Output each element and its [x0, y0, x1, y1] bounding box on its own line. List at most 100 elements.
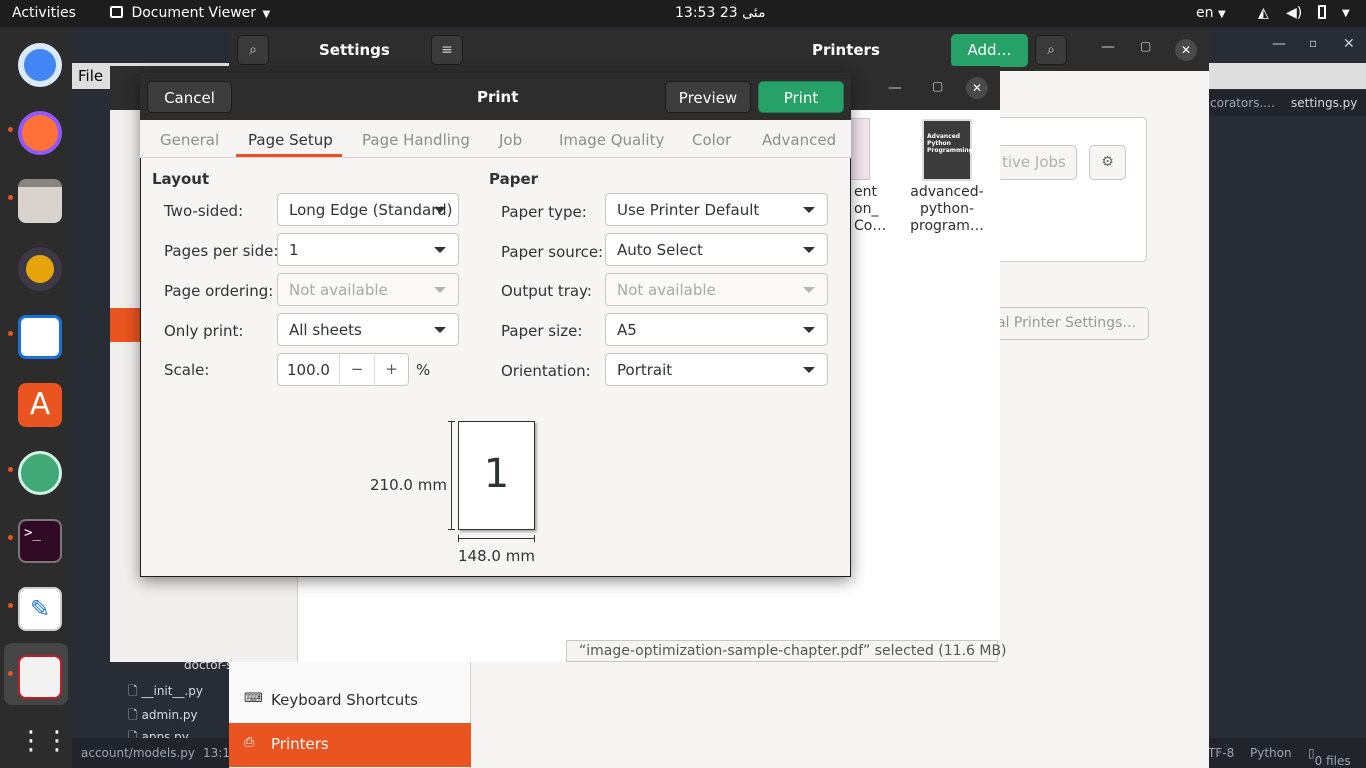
writer-icon [18, 315, 62, 359]
terminal-icon: >_ [18, 519, 62, 563]
additional-printer-settings-button[interactable]: al Printer Settings… [996, 307, 1149, 340]
print-button[interactable]: Print [758, 81, 844, 113]
terminal-launcher[interactable]: >_ [4, 507, 68, 569]
chrome-launcher[interactable] [4, 31, 68, 93]
clock[interactable]: مئى 23 13:53 [675, 5, 765, 21]
status-git-files[interactable]: ▯ 0 files [1308, 746, 1351, 768]
sidebar-item-printers[interactable]: ⎙ Printers [229, 723, 471, 767]
selection-status: “image-optimization-sample-chapter.pdf” … [566, 640, 1007, 662]
rhythmbox-launcher[interactable] [4, 235, 68, 297]
cancel-button[interactable]: Cancel [147, 81, 232, 113]
orientation-select[interactable]: Portrait [605, 353, 828, 386]
network-icon[interactable]: ◭ [1258, 5, 1269, 21]
paper-size-label: Paper size: [501, 322, 583, 340]
page-width-label: 148.0 mm [458, 547, 535, 565]
paper-type-select[interactable]: Use Printer Default [605, 193, 828, 226]
doc-maximize-button[interactable]: ▢ [932, 79, 943, 93]
book-cover-thumbnail[interactable]: Advanced Python Programming [922, 119, 973, 181]
editor-tab[interactable]: corators.... [1210, 96, 1275, 110]
keyboard-icon: ⌨ [244, 691, 263, 706]
settings-close-button[interactable]: ✕ [1175, 39, 1197, 61]
tab-image-quality[interactable]: Image Quality [559, 131, 664, 149]
paper-source-select[interactable]: Auto Select [605, 233, 828, 266]
rhythmbox-icon [18, 247, 62, 291]
doc-close-button[interactable]: ✕ [966, 77, 988, 99]
thumbnail-label: ent on_ Co… [854, 184, 887, 234]
status-language[interactable]: Python [1250, 746, 1292, 760]
text-editor-launcher[interactable]: ✎ [4, 575, 68, 637]
tab-color[interactable]: Color [692, 131, 731, 149]
show-jobs-button[interactable]: tive Jobs [997, 145, 1077, 180]
tab-advanced[interactable]: Advanced [762, 131, 836, 149]
file-icon: 🗋 [128, 684, 138, 698]
volume-icon[interactable]: ◀) [1286, 5, 1302, 21]
scale-increase-button[interactable]: + [374, 354, 408, 385]
files-launcher[interactable] [4, 167, 68, 229]
settings-minimize-button[interactable]: — [1101, 39, 1115, 55]
show-applications-button[interactable]: ⋮⋮⋮ [4, 707, 96, 768]
tab-job[interactable]: Job [499, 131, 522, 149]
document-thumbnail[interactable] [850, 118, 870, 180]
document-viewer-launcher[interactable] [4, 643, 68, 705]
settings-title: Settings [319, 41, 390, 59]
book-cover-title: Advanced Python Programming [927, 133, 973, 154]
editor-maximize-button[interactable]: ▫ [1309, 36, 1317, 50]
paper-size-select[interactable]: A5 [605, 313, 828, 346]
dimension-tick [448, 529, 455, 530]
tree-item[interactable]: 🗋 admin.py [128, 706, 198, 727]
settings-search-button[interactable]: ⌕ [237, 35, 269, 65]
print-dialog-headerbar: Cancel Print Preview Print [140, 73, 851, 120]
editor-tab[interactable]: settings.py [1291, 96, 1357, 110]
editor-close-button[interactable]: ✕ [1343, 36, 1355, 52]
sidebar-selected-item[interactable] [110, 308, 140, 342]
software-store-icon: A [18, 383, 62, 427]
add-printer-button[interactable]: Add… [951, 34, 1028, 67]
scale-decrease-button[interactable]: − [339, 354, 374, 385]
file-menu[interactable]: File [78, 67, 103, 85]
status-encoding[interactable]: TF-8 [1208, 746, 1234, 760]
search-icon: ⌕ [249, 42, 257, 58]
status-file-path[interactable]: account/models.py [81, 746, 195, 760]
app-menu[interactable]: Document Viewer ▼ [110, 5, 270, 21]
atom-launcher[interactable] [4, 439, 68, 501]
settings-headerbar: ⌕ Settings ≡ Printers Add… ⌕ — ▢ ✕ [229, 29, 1209, 71]
activities-button[interactable]: Activities [12, 5, 76, 21]
only-print-select[interactable]: All sheets [277, 313, 459, 346]
printer-settings-button[interactable]: ⚙ [1089, 145, 1126, 180]
sidebar-item-keyboard-shortcuts[interactable]: ⌨ Keyboard Shortcuts [229, 679, 471, 723]
scale-spinbutton: 100.0 − + [277, 353, 409, 386]
paper-source-label: Paper source: [501, 243, 604, 261]
software-launcher[interactable]: A [4, 371, 68, 433]
thumbnail-label: advanced- python- program… [910, 184, 984, 234]
battery-icon[interactable] [1318, 5, 1326, 23]
pages-per-side-select[interactable]: 1 [277, 233, 459, 266]
only-print-label: Only print: [164, 322, 244, 340]
language-indicator[interactable]: en ▼ [1196, 5, 1226, 21]
chevron-down-icon [434, 327, 446, 333]
two-sided-select[interactable]: Long Edge (Standard) [277, 193, 459, 226]
system-menu-chevron-icon[interactable]: ▼ [1342, 8, 1350, 19]
firefox-launcher[interactable] [4, 99, 68, 161]
tab-general[interactable]: General [160, 131, 219, 149]
document-viewer-icon [110, 6, 123, 18]
settings-maximize-button[interactable]: ▢ [1140, 39, 1151, 53]
files-icon [18, 179, 62, 223]
chevron-down-icon: ▼ [262, 9, 271, 20]
scale-input[interactable]: 100.0 [287, 361, 330, 379]
editor-minimize-button[interactable]: — [1272, 36, 1286, 52]
chevron-down-icon [803, 367, 815, 373]
preview-button[interactable]: Preview [665, 81, 751, 113]
print-tab-bar: General Page Setup Page Handling Job Ima… [140, 120, 851, 158]
output-tray-label: Output tray: [501, 282, 592, 300]
settings-menu-button[interactable]: ≡ [431, 35, 463, 65]
libreoffice-writer-launcher[interactable] [4, 303, 68, 365]
printers-search-button[interactable]: ⌕ [1035, 35, 1067, 65]
doc-minimize-button[interactable]: — [888, 80, 902, 96]
tab-page-handling[interactable]: Page Handling [362, 131, 470, 149]
document-viewer-dock-icon [18, 655, 62, 699]
page-preview: 1 [458, 421, 535, 530]
tree-item[interactable]: 🗋 __init__.py [128, 682, 203, 703]
app-grid-icon: ⋮⋮⋮ [18, 726, 96, 756]
output-tray-select: Not available [605, 273, 828, 306]
tab-page-setup[interactable]: Page Setup [248, 131, 333, 149]
